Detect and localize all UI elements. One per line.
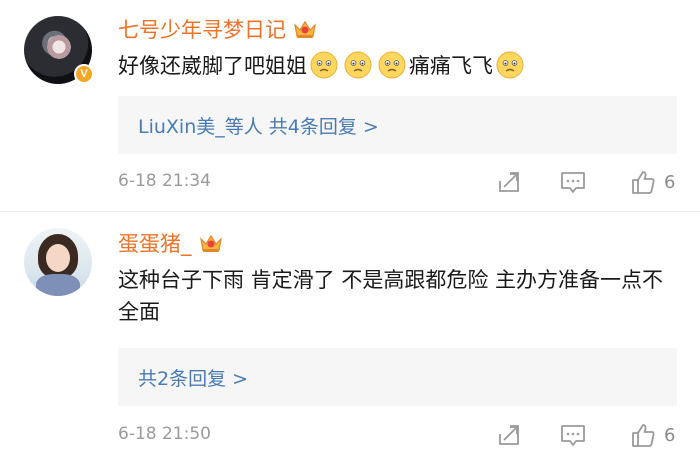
comment-username[interactable]: 七号少年寻梦日记 (118, 14, 286, 44)
share-button[interactable] (496, 169, 522, 195)
replies-link[interactable]: LiuXin美_等人 共4条回复 > (118, 96, 677, 154)
reply-button[interactable] (560, 422, 586, 448)
worried-face-emoji-icon (309, 50, 339, 80)
thumbs-up-icon (632, 171, 655, 194)
like-count: 6 (664, 171, 676, 193)
reply-button[interactable] (560, 169, 586, 195)
comment-timestamp: 6-18 21:50 (118, 424, 211, 444)
replies-label: 共2条回复 > (138, 367, 249, 390)
worried-face-emoji-icon (495, 50, 525, 80)
comment-username-row: 七号少年寻梦日记 (118, 14, 318, 44)
share-icon (499, 425, 519, 445)
replies-link[interactable]: 共2条回复 > (118, 348, 677, 406)
comment-actions: 6 (496, 169, 675, 195)
avatar-image (46, 30, 72, 64)
comment-text-part: 痛痛飞飞 (409, 54, 493, 78)
crown-badge-icon (198, 232, 224, 254)
thumbs-up-icon (632, 424, 655, 447)
share-button[interactable] (496, 422, 522, 448)
comment-text: 这种台子下雨 肯定滑了 不是高跟都危险 主办方准备一点不全面 (118, 268, 664, 324)
comment-actions: 6 (496, 422, 675, 448)
worried-face-emoji-icon (343, 50, 373, 80)
comment-text-part: 好像还崴脚了吧姐姐 (118, 54, 307, 78)
comment-icon (561, 425, 585, 446)
comment-text: 好像还崴脚了吧姐姐 痛痛飞飞 (118, 50, 678, 82)
crown-badge-icon (292, 18, 318, 40)
share-icon (499, 172, 519, 192)
comment-item: V 七号少年寻梦日记 好像还崴脚了吧姐姐 痛痛飞飞 LiuXin美_等人 共4条回… (0, 0, 700, 211)
avatar[interactable] (24, 228, 92, 296)
like-button[interactable]: 6 (630, 422, 675, 448)
like-button[interactable]: 6 (630, 169, 675, 195)
comment-icon (561, 172, 585, 193)
comment-timestamp: 6-18 21:34 (118, 171, 211, 191)
comment-username-row: 蛋蛋猪_ (118, 228, 224, 258)
worried-face-emoji-icon (377, 50, 407, 80)
like-count: 6 (664, 424, 676, 446)
verified-badge-icon: V (74, 64, 94, 84)
comment-item: 蛋蛋猪_ 这种台子下雨 肯定滑了 不是高跟都危险 主办方准备一点不全面 共2条回… (0, 212, 700, 462)
comment-username[interactable]: 蛋蛋猪_ (118, 228, 192, 258)
replies-label: LiuXin美_等人 共4条回复 > (138, 115, 379, 138)
